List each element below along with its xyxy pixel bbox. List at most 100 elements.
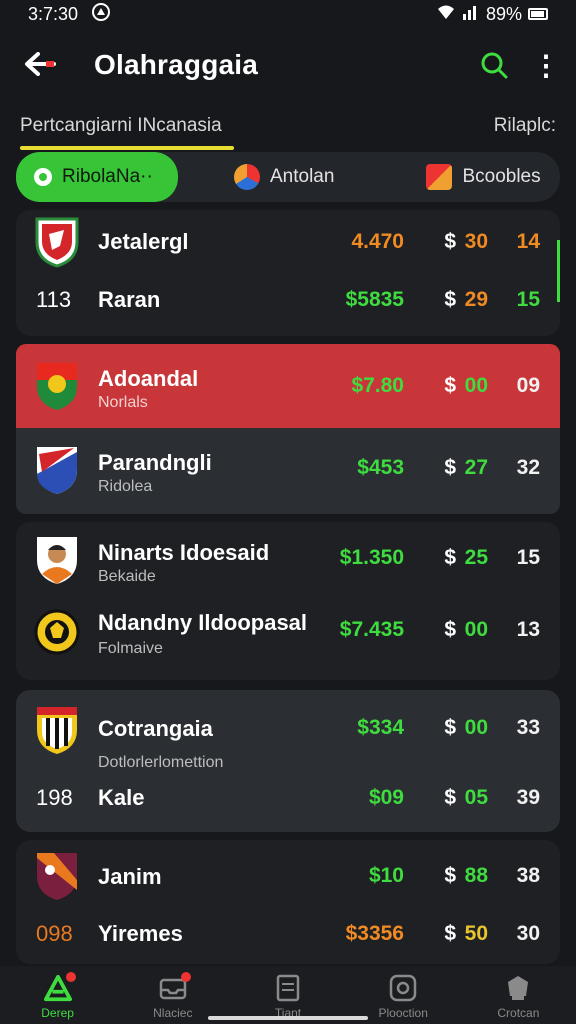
team-subtitle: Folmaive <box>98 640 163 657</box>
odds-value: $7.435 <box>339 618 404 641</box>
back-arrow-icon[interactable] <box>24 46 72 85</box>
stat-2: 14 <box>516 230 540 253</box>
currency-symbol: $ <box>444 786 456 809</box>
filter-chips: RibolaNa·· Antolan Bcoobles <box>16 152 560 202</box>
wifi-icon <box>436 4 456 25</box>
table-row[interactable]: 098 Yiremes $3356 $ 50 30 <box>16 904 560 964</box>
app-bar: Olahraggaia ⋮ <box>0 30 576 100</box>
section-header: Pertcangiarni INcanasia Rilaplc: <box>20 104 556 148</box>
team-subtitle: Norlals <box>98 394 148 411</box>
currency-symbol: $ <box>444 864 456 887</box>
team-name: Parandngli <box>98 450 212 475</box>
currency-symbol: $ <box>444 716 456 739</box>
rank-number: 113 <box>36 287 72 312</box>
chip-bcoobles[interactable]: Bcoobles <box>408 152 558 202</box>
team-crest-icon <box>37 447 77 494</box>
team-crest-icon <box>34 609 80 655</box>
team-crest-icon <box>35 217 79 268</box>
gesture-bar[interactable] <box>208 1016 368 1020</box>
table-row[interactable]: 198 Kale $09 $ 05 39 <box>16 768 560 828</box>
ball-icon <box>34 168 52 186</box>
odds-value: $453 <box>357 456 404 479</box>
stat-1: 29 <box>464 288 488 311</box>
section-tab-label[interactable]: Pertcangiarni INcanasia <box>20 115 222 137</box>
table-row[interactable]: Ndandny Ildoopasal Folmaive $7.435 $ 00 … <box>16 600 560 660</box>
chip-label: Antolan <box>270 166 335 187</box>
table-row[interactable]: Janim $10 $ 88 38 <box>16 844 560 904</box>
stat-2: 09 <box>516 374 540 397</box>
match-card[interactable]: Cotrangaia $334 $ 00 33 Dotlorlerlometti… <box>16 690 560 832</box>
target-icon <box>389 974 417 1002</box>
stat-1: 27 <box>464 456 488 479</box>
chip-antolan[interactable]: Antolan <box>216 152 352 202</box>
chip-label: RibolaNa·· <box>62 166 153 187</box>
search-icon[interactable] <box>474 45 514 85</box>
trophy-icon <box>504 974 532 1002</box>
odds-value: $3356 <box>345 922 404 945</box>
stat-2: 39 <box>516 786 540 809</box>
currency-symbol: $ <box>444 230 456 253</box>
app-notification-icon <box>92 2 111 26</box>
team-name: Kale <box>98 785 145 810</box>
rank-number: 198 <box>36 785 73 810</box>
match-card[interactable]: Janim $10 $ 88 38 098 Yiremes $3356 $ 50… <box>16 840 560 964</box>
stat-1: 25 <box>464 546 488 569</box>
bottom-navigation: Derep Nlaciec Tiant Plooction Crotcan <box>0 966 576 1024</box>
stat-1: 00 <box>464 716 488 739</box>
battery-icon <box>528 8 548 20</box>
match-card[interactable]: Ninarts Idoesaid Bekaide $1.350 $ 25 15 … <box>16 522 560 680</box>
stat-1: 05 <box>464 786 488 809</box>
team-name: Adoandal <box>98 366 199 391</box>
active-tab-underline <box>20 146 234 150</box>
stat-2: 15 <box>516 546 540 569</box>
stat-1: 00 <box>464 618 488 641</box>
table-row[interactable]: Adoandal Norlals $7.80 $ 00 09 <box>16 356 560 416</box>
stat-1: 00 <box>464 374 488 397</box>
team-crest-icon <box>37 853 77 900</box>
team-name: Janim <box>98 864 162 889</box>
table-row[interactable]: Jetalergl 4.470 $ 30 14 <box>16 212 560 272</box>
nav-label: Derep <box>41 1006 74 1020</box>
stat-1: 88 <box>464 864 488 887</box>
team-name: Raran <box>98 287 161 312</box>
stat-2: 38 <box>516 864 540 887</box>
nav-crotcan[interactable]: Crotcan <box>461 966 576 1024</box>
nav-label: Nlaciec <box>153 1006 193 1020</box>
trophy-icon <box>426 164 453 190</box>
section-right-link[interactable]: Rilaplc: <box>494 115 556 137</box>
odds-value: $09 <box>368 786 404 809</box>
odds-value: $1.350 <box>339 546 404 569</box>
stat-2: 32 <box>516 456 540 479</box>
table-row[interactable]: Ninarts Idoesaid Bekaide $1.350 $ 25 15 <box>16 528 560 588</box>
team-name: Ndandny Ildoopasal <box>98 610 308 635</box>
stat-2: 30 <box>516 922 540 945</box>
document-icon <box>274 974 302 1002</box>
odds-value: $334 <box>357 716 404 739</box>
rank-number: 098 <box>36 921 73 946</box>
more-options-icon[interactable]: ⋮ <box>532 49 560 82</box>
notification-dot <box>66 972 76 982</box>
team-name: Ninarts Idoesaid <box>98 540 270 565</box>
signal-icon <box>462 4 480 25</box>
match-card-highlighted[interactable]: Adoandal Norlals $7.80 $ 00 09 <box>16 344 560 428</box>
team-name: Cotrangaia <box>98 716 213 741</box>
flag-icon <box>234 164 260 190</box>
odds-value: $7.80 <box>351 374 404 397</box>
nav-home[interactable]: Derep <box>0 966 115 1024</box>
currency-symbol: $ <box>444 456 456 479</box>
currency-symbol: $ <box>444 618 456 641</box>
player-avatar-icon <box>37 537 77 584</box>
stat-2: 33 <box>516 716 540 739</box>
nav-label: Crotcan <box>497 1006 540 1020</box>
clock: 3:7:30 <box>28 3 79 24</box>
nav-label: Plooction <box>378 1006 428 1020</box>
chip-label: Bcoobles <box>462 166 541 187</box>
chip-football[interactable]: RibolaNa·· <box>16 152 178 202</box>
stat-2: 15 <box>516 288 540 311</box>
stat-2: 13 <box>516 618 540 641</box>
table-row[interactable]: 113 Raran $5835 $ 29 15 <box>16 270 560 330</box>
table-row[interactable]: Parandngli Ridolea $453 $ 27 32 <box>16 438 560 498</box>
match-card[interactable]: Jetalergl 4.470 $ 30 14 113 Raran $5835 … <box>16 210 560 336</box>
match-card[interactable]: Parandngli Ridolea $453 $ 27 32 <box>16 428 560 514</box>
odds-value: $5835 <box>345 288 404 311</box>
